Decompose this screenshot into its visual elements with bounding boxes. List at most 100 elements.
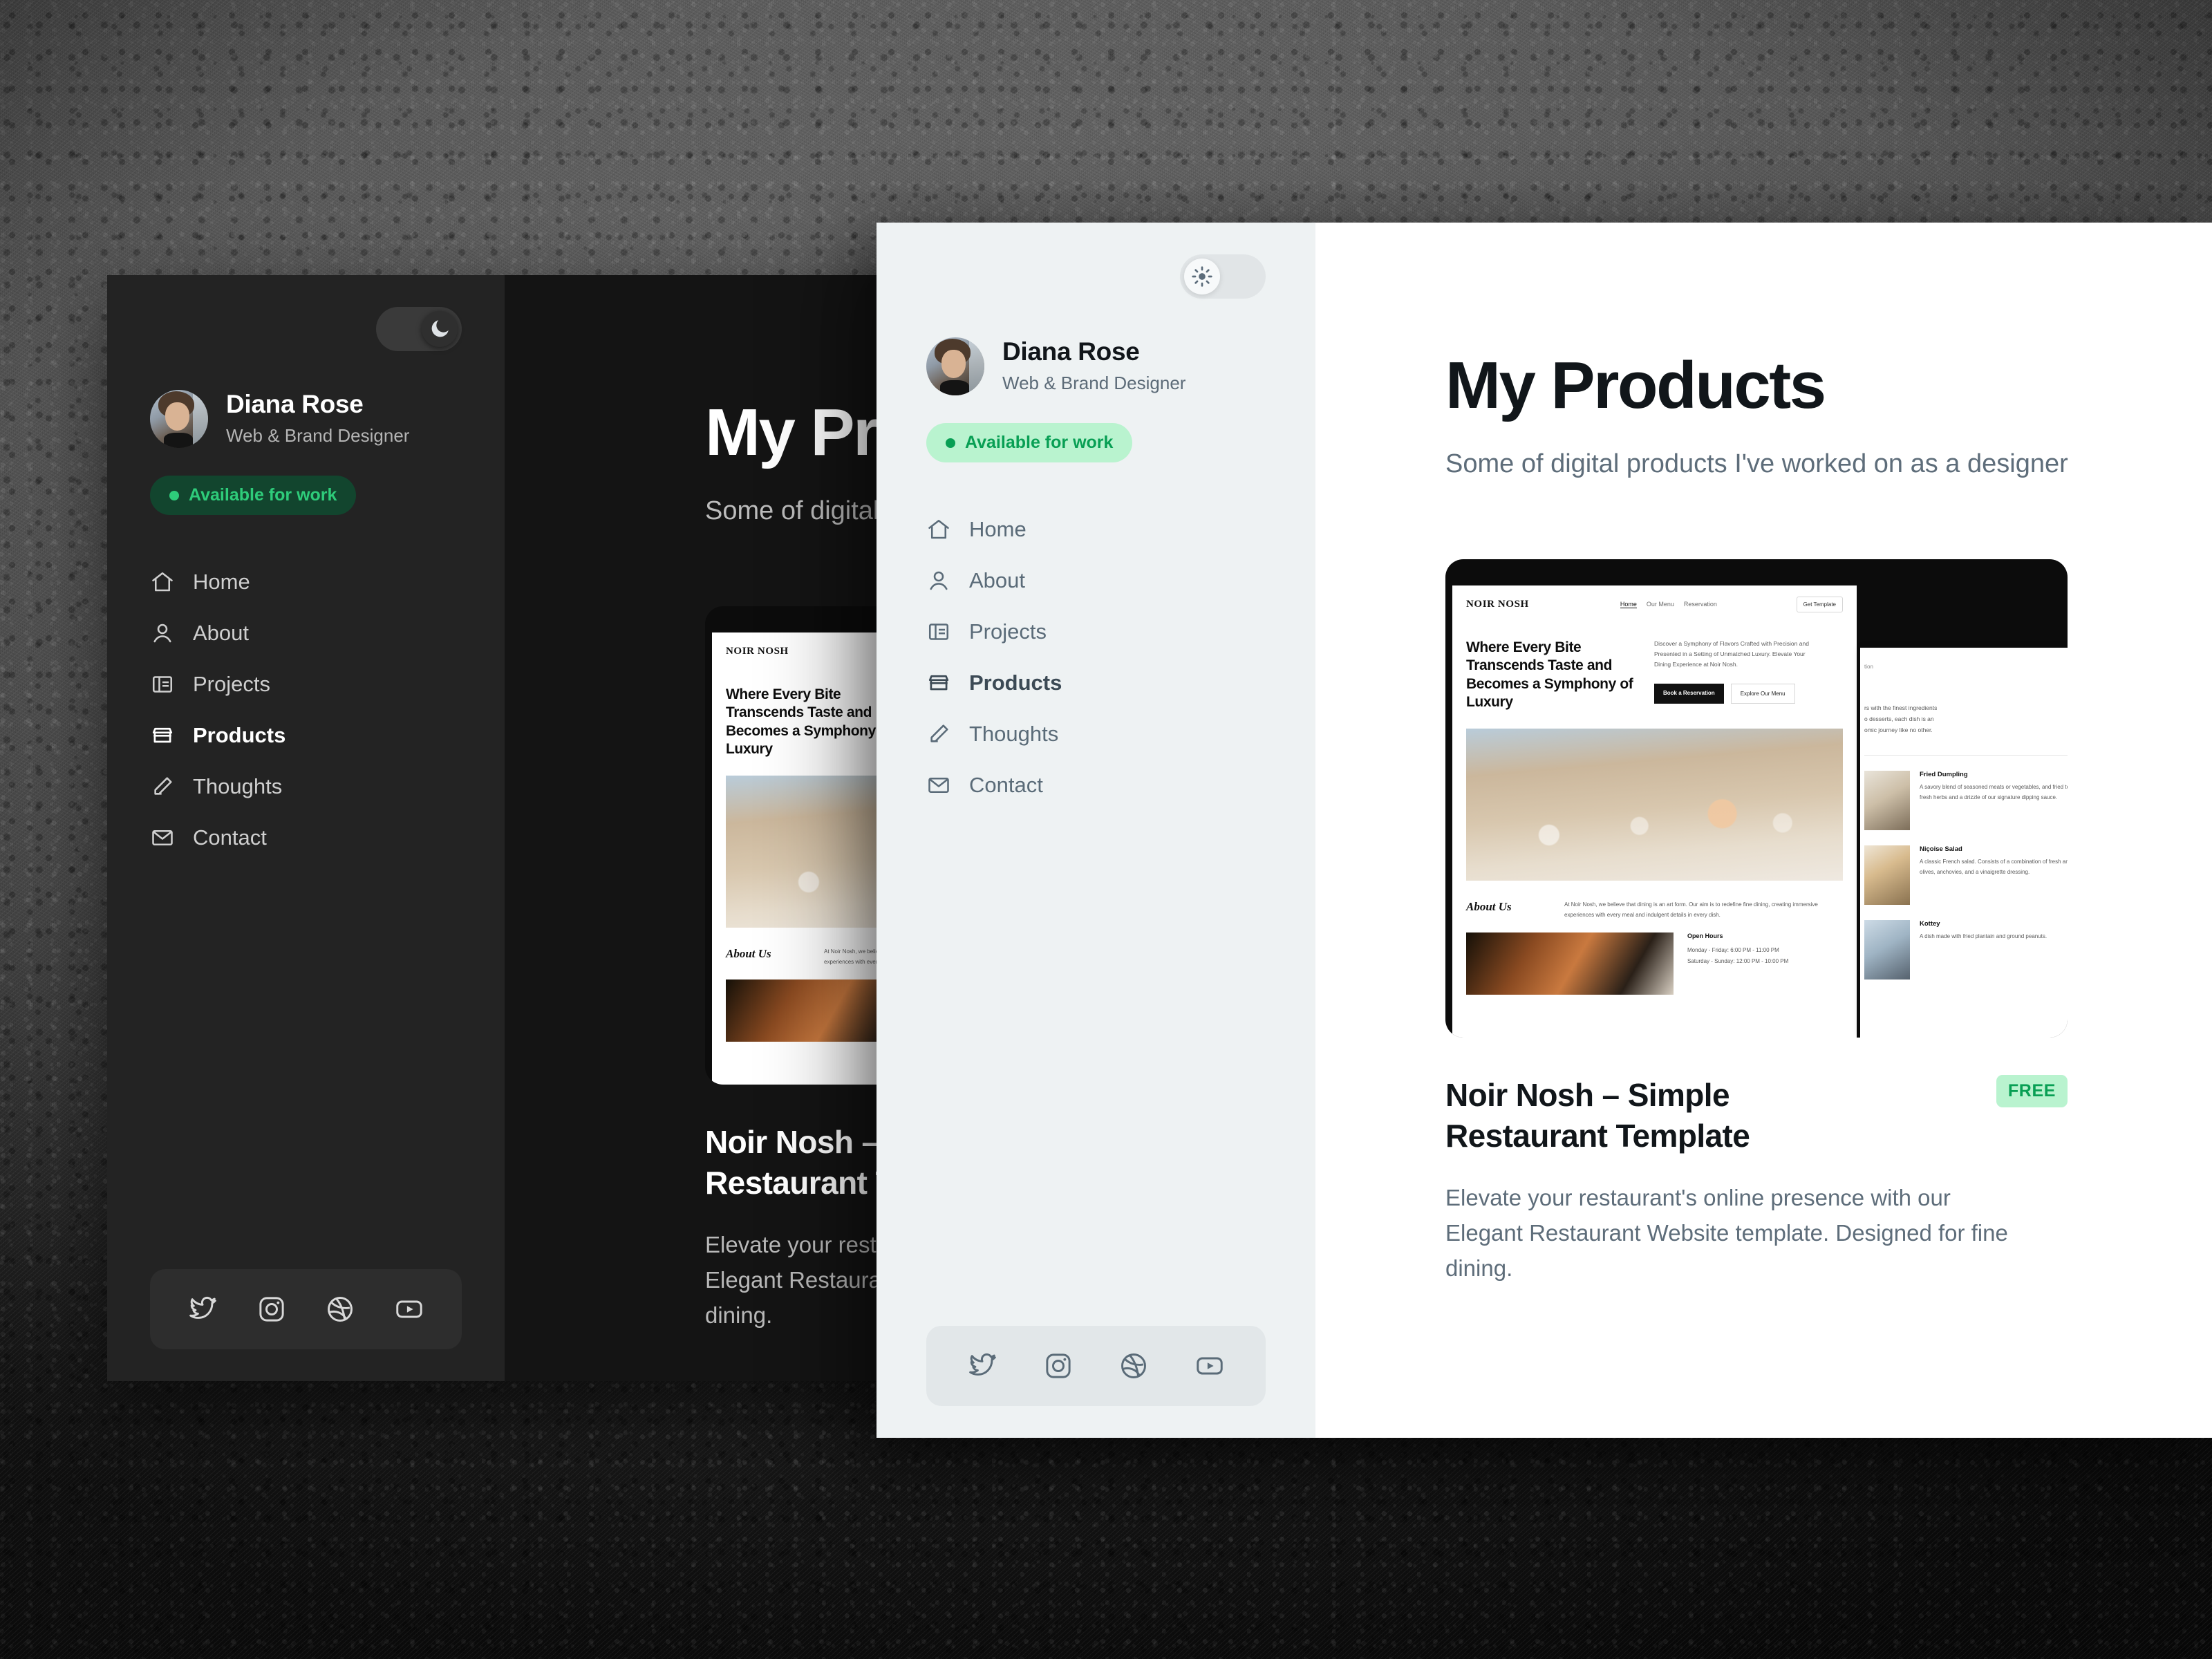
- app-window-light-theme: Diana Rose Web & Brand Designer Availabl…: [877, 223, 2212, 1438]
- sidebar-item-label: About: [969, 568, 1026, 592]
- preview-nav-menu: Our Menu: [1646, 601, 1674, 608]
- sidebar-item-label: Home: [969, 517, 1027, 541]
- sidebar-item-label: Thoughts: [969, 722, 1059, 746]
- preview-hours-weekend: Saturday - Sunday: 12:00 PM - 10:00 PM: [1687, 957, 1789, 964]
- preview-hours-weekday: Monday - Friday: 6:00 PM - 11:00 PM: [1687, 947, 1779, 954]
- sidebar-item-contact[interactable]: Contact: [926, 760, 1266, 811]
- profile-dark: Diana Rose Web & Brand Designer: [150, 390, 462, 448]
- store-icon: [926, 671, 951, 695]
- theme-toggle-dark[interactable]: [376, 307, 462, 351]
- preview-hours-heading: Open Hours: [1687, 932, 1723, 940]
- preview-book-button: Book a Reservation: [1654, 683, 1724, 704]
- preview-nav-home: Home: [1620, 601, 1637, 608]
- profile-role: Web & Brand Designer: [1002, 372, 1186, 393]
- envelope-icon: [150, 825, 175, 850]
- instagram-icon[interactable]: [1043, 1351, 1074, 1381]
- user-icon: [150, 621, 175, 646]
- sidebar-item-label: Products: [969, 671, 1062, 695]
- availability-label: Available for work: [965, 433, 1114, 452]
- sidebar-nav-dark: Home About Projects Products Thoughts Co…: [150, 556, 462, 863]
- profile-light: Diana Rose Web & Brand Designer: [926, 337, 1266, 395]
- status-dot-icon: [169, 490, 179, 500]
- page-subtitle: Some of digital products I've worked on …: [1445, 449, 2068, 478]
- preview-explore-button: Explore Our Menu: [1730, 683, 1795, 704]
- preview2-nav-fragment: tion: [1864, 664, 1873, 670]
- preview-brand: NOIR NOSH: [1466, 599, 1529, 610]
- sidebar-item-label: Contact: [193, 825, 267, 850]
- profile-name: Diana Rose: [226, 390, 364, 419]
- availability-badge: Available for work: [926, 423, 1133, 462]
- preview-hero-photo: [1466, 728, 1843, 881]
- sidebar-item-label: Home: [193, 570, 250, 594]
- page-title: My Products: [1445, 348, 1826, 422]
- instagram-icon[interactable]: [256, 1294, 287, 1324]
- moon-icon: [422, 311, 458, 347]
- preview2-menu-name: Kottey: [1920, 920, 1940, 928]
- social-links-light: [926, 1326, 1266, 1406]
- youtube-icon[interactable]: [1194, 1351, 1225, 1381]
- sidebar-item-projects[interactable]: Projects: [926, 606, 1266, 657]
- main-content-light: My Products Some of digital products I'v…: [1315, 223, 2212, 1438]
- availability-badge: Available for work: [150, 476, 357, 515]
- sidebar-item-about[interactable]: About: [150, 608, 462, 659]
- preview-hero-paragraph: Discover a Symphony of Flavors Crafted w…: [1654, 640, 1809, 668]
- theme-toggle-light[interactable]: [1180, 254, 1266, 299]
- product-description: Elevate your restaurant's online presenc…: [1445, 1184, 2008, 1282]
- product-preview-image: NOIR NOSH Home Our Menu Reservation Get …: [1445, 559, 2068, 1038]
- user-icon: [926, 568, 951, 593]
- sidebar-item-contact[interactable]: Contact: [150, 812, 462, 863]
- profile-name: Diana Rose: [1002, 337, 1140, 366]
- store-icon: [150, 723, 175, 748]
- preview-hero-heading: Where Every Bite Transcends Taste and Be…: [726, 686, 893, 758]
- sidebar-item-about[interactable]: About: [926, 555, 1266, 606]
- sidebar-item-thoughts[interactable]: Thoughts: [150, 761, 462, 812]
- social-links-dark: [150, 1269, 462, 1349]
- preview2-menu-item: Niçoise Salad A classic French salad. Con…: [1860, 830, 2068, 906]
- sidebar-dark: Diana Rose Web & Brand Designer Availabl…: [107, 275, 505, 1381]
- sidebar-nav-light: Home About Projects Products Thoughts Co…: [926, 504, 1266, 811]
- preview2-menu-name: Fried Dumpling: [1920, 771, 1968, 779]
- profile-role: Web & Brand Designer: [226, 424, 410, 446]
- sidebar-item-label: Products: [193, 723, 286, 747]
- sidebar-item-thoughts[interactable]: Thoughts: [926, 709, 1266, 760]
- product-card[interactable]: NOIR NOSH Home Our Menu Reservation Get …: [1445, 559, 2068, 1286]
- sidebar-item-label: Projects: [969, 619, 1047, 644]
- sidebar-light: Diana Rose Web & Brand Designer Availabl…: [877, 223, 1315, 1438]
- avatar: [926, 337, 984, 395]
- preview-about-heading: About Us: [726, 946, 771, 960]
- book-icon: [150, 672, 175, 697]
- status-dot-icon: [946, 438, 955, 448]
- preview-about-heading: About Us: [1466, 899, 1512, 913]
- preview-chef-photo: [1466, 932, 1674, 995]
- sidebar-item-products[interactable]: Products: [150, 710, 462, 761]
- preview-about-paragraph: At Noir Nosh, we believe that dining is …: [1564, 901, 1818, 918]
- sidebar-item-projects[interactable]: Projects: [150, 659, 462, 710]
- book-icon: [926, 619, 951, 644]
- preview-nav-reservation: Reservation: [1683, 601, 1717, 608]
- sidebar-item-label: Projects: [193, 672, 270, 696]
- sidebar-item-products[interactable]: Products: [926, 657, 1266, 709]
- preview2-menu-desc: A savory blend of seasoned meats or vege…: [1920, 784, 2068, 801]
- product-title: Noir Nosh – Simple Restaurant Template: [1445, 1077, 1750, 1154]
- preview-brand: NOIR NOSH: [726, 646, 789, 657]
- twitter-icon[interactable]: [967, 1351, 997, 1381]
- envelope-icon: [926, 773, 951, 798]
- dribbble-icon[interactable]: [325, 1294, 355, 1324]
- avatar: [150, 390, 208, 448]
- sidebar-item-home[interactable]: Home: [150, 556, 462, 608]
- pencil-icon: [150, 774, 175, 799]
- product-price-badge: FREE: [1996, 1075, 2068, 1107]
- home-icon: [150, 570, 175, 594]
- youtube-icon[interactable]: [394, 1294, 424, 1324]
- preview-get-template-button: Get Template: [1796, 597, 1843, 612]
- preview2-menu-desc: A dish made with fried plantain and grou…: [1920, 933, 2047, 940]
- preview2-menu-item: Fried Dumpling A savory blend of seasoned…: [1860, 756, 2068, 831]
- dribbble-icon[interactable]: [1118, 1351, 1149, 1381]
- pencil-icon: [926, 722, 951, 747]
- twitter-icon[interactable]: [187, 1294, 218, 1324]
- preview2-menu-name: Niçoise Salad: [1920, 845, 1962, 854]
- availability-label: Available for work: [189, 485, 337, 505]
- sidebar-item-home[interactable]: Home: [926, 504, 1266, 555]
- home-icon: [926, 517, 951, 542]
- sun-icon: [1184, 259, 1220, 294]
